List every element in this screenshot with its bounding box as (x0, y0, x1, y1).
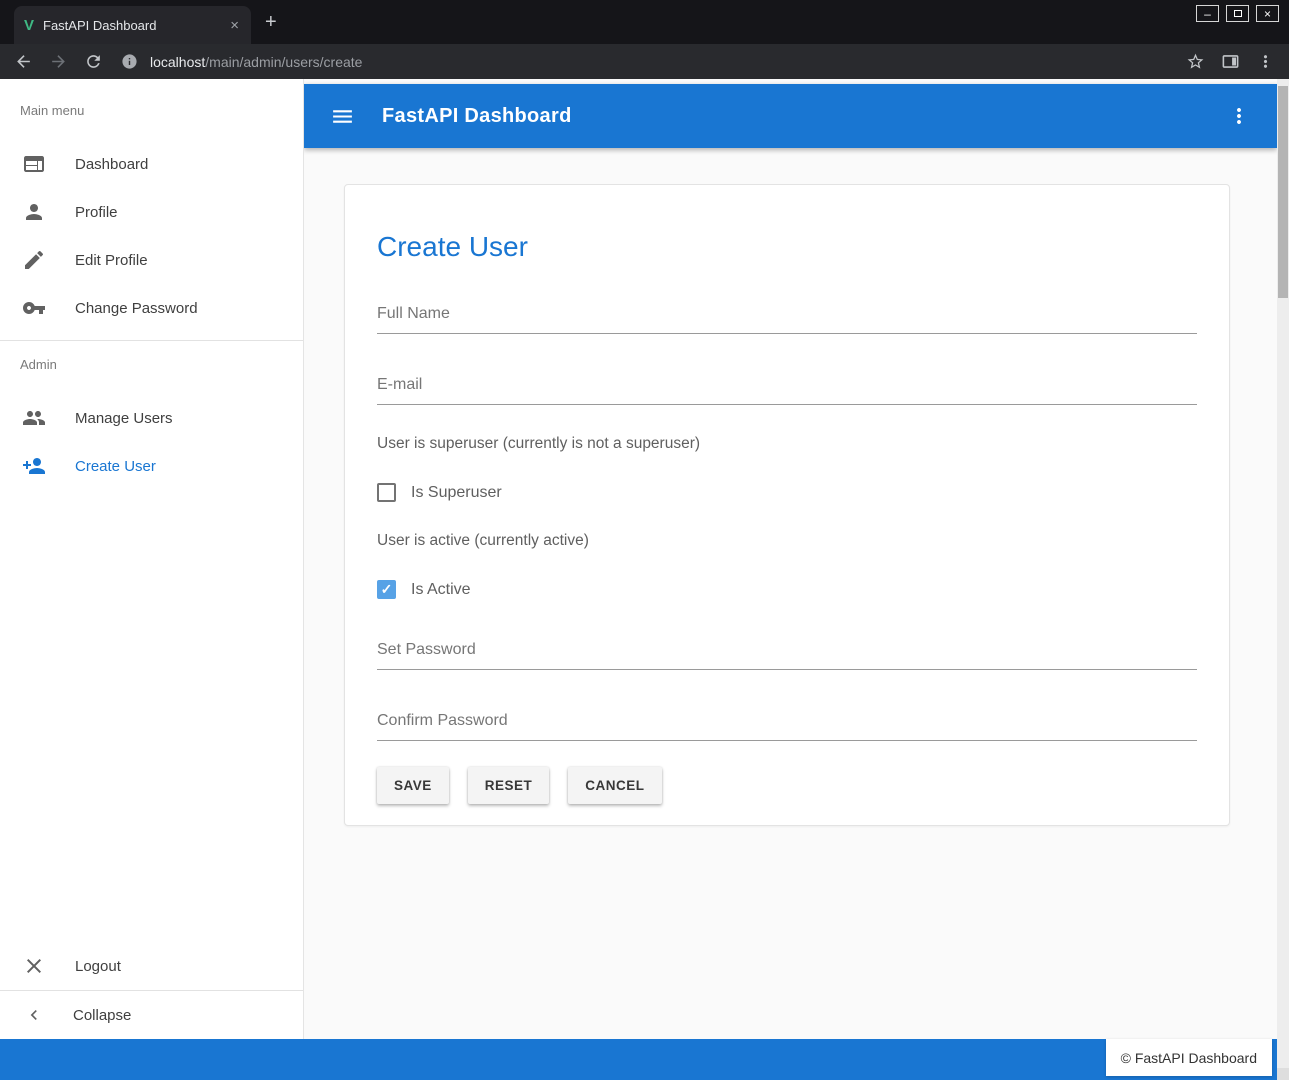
appbar-title: FastAPI Dashboard (382, 105, 572, 128)
scrollbar-thumb[interactable] (1278, 86, 1288, 298)
page: Main menu Dashboard Profile Edit Profile… (0, 79, 1289, 1080)
sidebar-item-label: Dashboard (75, 156, 148, 173)
full-name-field-wrap (377, 305, 1197, 334)
footer-bar: © FastAPI Dashboard (0, 1039, 1277, 1080)
form-actions: SAVE RESET CANCEL (377, 767, 1197, 804)
people-icon (22, 406, 46, 430)
active-hint: User is active (currently active) (377, 532, 1197, 550)
cancel-button[interactable]: CANCEL (568, 767, 661, 804)
pencil-icon (22, 248, 46, 272)
hamburger-menu-icon[interactable] (330, 104, 355, 129)
chevron-left-icon (24, 1005, 44, 1025)
window-controls: – × (1196, 5, 1279, 22)
sidebar-item-label: Edit Profile (75, 252, 148, 269)
url-host: localhost (150, 54, 205, 70)
person-add-icon (22, 454, 46, 478)
email-field-wrap (377, 376, 1197, 405)
sidebar-item-manage-users[interactable]: Manage Users (0, 394, 303, 442)
tab-title: FastAPI Dashboard (43, 18, 219, 33)
superuser-checkbox[interactable] (377, 483, 396, 502)
app-bar: FastAPI Dashboard (304, 84, 1277, 148)
dashboard-icon (22, 152, 46, 176)
sidebar-item-label: Logout (75, 958, 121, 975)
browser-addressbar: localhost/main/admin/users/create (0, 44, 1289, 79)
appbar-menu-dots-icon[interactable] (1227, 104, 1251, 128)
superuser-checkbox-label: Is Superuser (411, 484, 502, 502)
url-bar[interactable]: localhost/main/admin/users/create (121, 53, 1170, 70)
browser-menu-dots-icon[interactable] (1256, 52, 1275, 71)
sidebar-item-label: Profile (75, 204, 118, 221)
new-tab-button[interactable]: + (265, 12, 277, 32)
page-title: Create User (377, 231, 1197, 263)
sidebar-item-label: Manage Users (75, 410, 173, 427)
confirm-password-field-wrap (377, 712, 1197, 741)
side-panel-icon[interactable] (1221, 52, 1240, 71)
sidebar-item-logout[interactable]: Logout (0, 942, 303, 990)
main-area: FastAPI Dashboard Create User User is su… (304, 79, 1277, 1039)
scrollbar-corner (1277, 1068, 1289, 1080)
key-icon (22, 296, 46, 320)
sidebar-item-edit-profile[interactable]: Edit Profile (0, 236, 303, 284)
sidebar-section-admin: Admin (0, 341, 303, 394)
active-checkbox[interactable]: ✓ (377, 580, 396, 599)
page-info-icon[interactable] (121, 53, 138, 70)
sidebar-item-create-user[interactable]: Create User (0, 442, 303, 490)
sidebar-item-label: Change Password (75, 300, 198, 317)
password-input[interactable] (377, 641, 1197, 670)
sidebar-item-label: Create User (75, 458, 156, 475)
reload-icon[interactable] (84, 52, 103, 71)
checkmark-icon: ✓ (381, 581, 393, 598)
sidebar-item-dashboard[interactable]: Dashboard (0, 140, 303, 188)
email-input[interactable] (377, 376, 1197, 405)
forward-icon[interactable] (49, 52, 68, 71)
reset-button[interactable]: RESET (468, 767, 550, 804)
vertical-scrollbar[interactable] (1277, 79, 1289, 1080)
vue-logo-icon: V (24, 17, 34, 34)
active-checkbox-row[interactable]: ✓ Is Active (377, 580, 1197, 599)
confirm-password-input[interactable] (377, 712, 1197, 741)
sidebar-item-profile[interactable]: Profile (0, 188, 303, 236)
create-user-card: Create User User is superuser (currently… (344, 184, 1230, 826)
sidebar-item-change-password[interactable]: Change Password (0, 284, 303, 332)
person-icon (22, 200, 46, 224)
sidebar: Main menu Dashboard Profile Edit Profile… (0, 79, 304, 1039)
password-field-wrap (377, 641, 1197, 670)
sidebar-item-label: Collapse (73, 1007, 131, 1024)
full-name-input[interactable] (377, 305, 1197, 334)
window-close-button[interactable]: × (1256, 5, 1279, 22)
bookmark-star-icon[interactable] (1186, 52, 1205, 71)
active-checkbox-label: Is Active (411, 581, 471, 599)
sidebar-section-main-menu: Main menu (0, 79, 303, 140)
superuser-checkbox-row[interactable]: Is Superuser (377, 483, 1197, 502)
maximize-icon (1234, 10, 1242, 17)
content-area: Create User User is superuser (currently… (304, 148, 1277, 826)
sidebar-spacer (0, 490, 303, 942)
browser-tab[interactable]: V FastAPI Dashboard × (14, 6, 251, 44)
tab-close-icon[interactable]: × (228, 16, 241, 35)
window-minimize-button[interactable]: – (1196, 5, 1219, 22)
sidebar-item-collapse[interactable]: Collapse (0, 991, 303, 1039)
window-maximize-button[interactable] (1226, 5, 1249, 22)
url-path: /main/admin/users/create (205, 54, 362, 70)
footer-copyright: © FastAPI Dashboard (1106, 1039, 1272, 1076)
superuser-hint: User is superuser (currently is not a su… (377, 435, 1197, 453)
browser-titlebar: V FastAPI Dashboard × + – × (0, 0, 1289, 44)
back-icon[interactable] (14, 52, 33, 71)
save-button[interactable]: SAVE (377, 767, 449, 804)
close-x-icon (22, 954, 46, 978)
